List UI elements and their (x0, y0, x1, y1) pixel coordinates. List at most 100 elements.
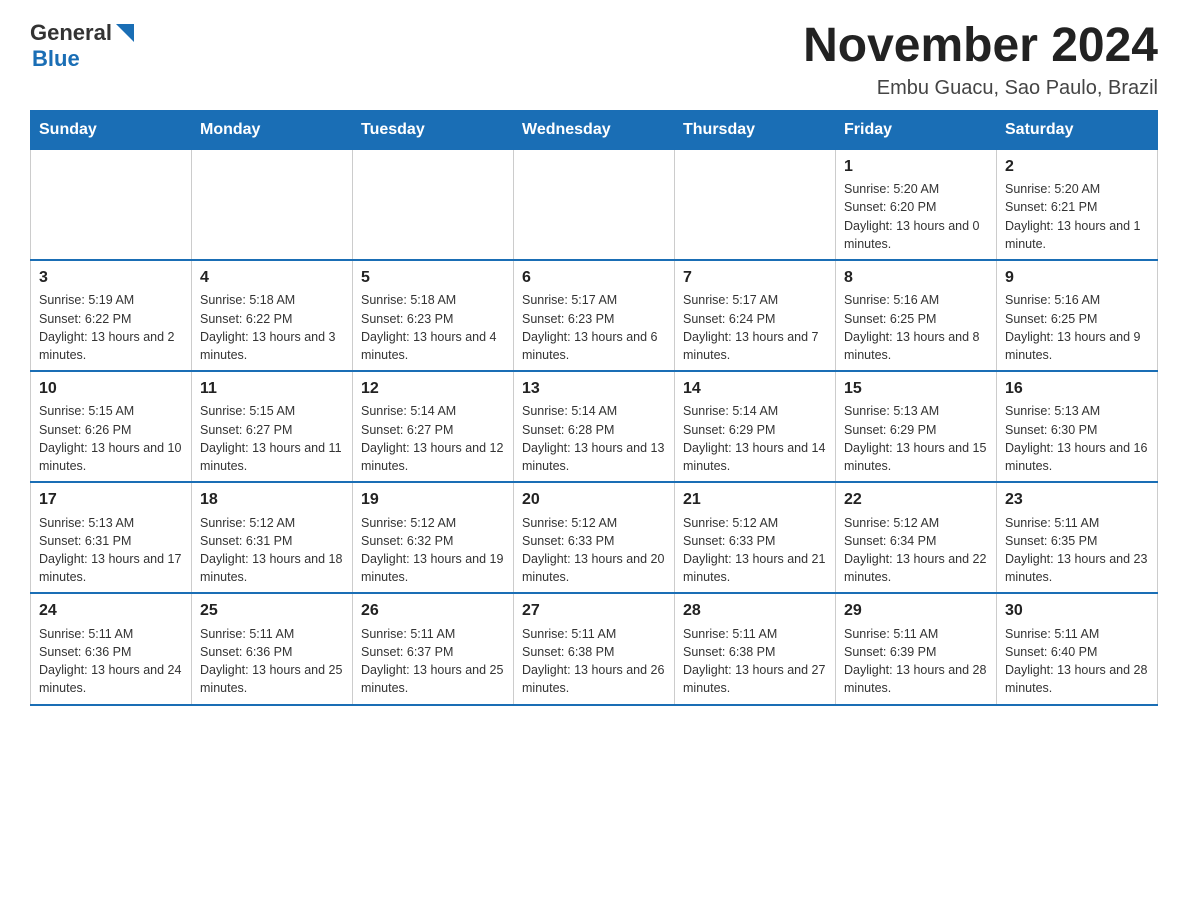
day-sun-info: Sunrise: 5:11 AM Sunset: 6:36 PM Dayligh… (39, 627, 181, 696)
calendar-cell: 15 Sunrise: 5:13 AM Sunset: 6:29 PM Dayli… (836, 371, 997, 482)
day-number: 5 (361, 267, 505, 289)
calendar-week-row: 3 Sunrise: 5:19 AM Sunset: 6:22 PM Daylig… (31, 260, 1158, 371)
day-number: 29 (844, 600, 988, 622)
calendar-cell: 5 Sunrise: 5:18 AM Sunset: 6:23 PM Daylig… (353, 260, 514, 371)
day-number: 3 (39, 267, 183, 289)
day-number: 28 (683, 600, 827, 622)
calendar-cell: 17Sunrise: 5:13 AM Sunset: 6:31 PM Dayli… (31, 482, 192, 593)
day-sun-info: Sunrise: 5:13 AM Sunset: 6:31 PM Dayligh… (39, 516, 181, 585)
day-number: 7 (683, 267, 827, 289)
calendar-cell: 29 Sunrise: 5:11 AM Sunset: 6:39 PM Dayli… (836, 593, 997, 704)
day-number: 4 (200, 267, 344, 289)
day-number: 10 (39, 378, 183, 400)
day-sun-info: Sunrise: 5:11 AM Sunset: 6:38 PM Dayligh… (522, 627, 664, 696)
day-sun-info: Sunrise: 5:13 AM Sunset: 6:29 PM Dayligh… (844, 404, 986, 473)
day-number: 8 (844, 267, 988, 289)
day-sun-info: Sunrise: 5:15 AM Sunset: 6:27 PM Dayligh… (200, 404, 342, 473)
day-sun-info: Sunrise: 5:11 AM Sunset: 6:35 PM Dayligh… (1005, 516, 1147, 585)
calendar-cell: 10 Sunrise: 5:15 AM Sunset: 6:26 PM Dayli… (31, 371, 192, 482)
calendar-cell (353, 149, 514, 260)
calendar-cell: 13 Sunrise: 5:14 AM Sunset: 6:28 PM Dayli… (514, 371, 675, 482)
day-number: 11 (200, 378, 344, 400)
calendar-cell: 12 Sunrise: 5:14 AM Sunset: 6:27 PM Dayli… (353, 371, 514, 482)
day-number: 1 (844, 156, 988, 178)
day-sun-info: Sunrise: 5:13 AM Sunset: 6:30 PM Dayligh… (1005, 404, 1147, 473)
calendar-cell: 27 Sunrise: 5:11 AM Sunset: 6:38 PM Dayli… (514, 593, 675, 704)
day-sun-info: Sunrise: 5:18 AM Sunset: 6:23 PM Dayligh… (361, 293, 497, 362)
calendar-cell (192, 149, 353, 260)
calendar-cell: 24Sunrise: 5:11 AM Sunset: 6:36 PM Dayli… (31, 593, 192, 704)
day-number: 12 (361, 378, 505, 400)
calendar-cell: 8 Sunrise: 5:16 AM Sunset: 6:25 PM Daylig… (836, 260, 997, 371)
day-number: 20 (522, 489, 666, 511)
calendar-week-row: 24Sunrise: 5:11 AM Sunset: 6:36 PM Dayli… (31, 593, 1158, 704)
day-number: 26 (361, 600, 505, 622)
day-sun-info: Sunrise: 5:11 AM Sunset: 6:40 PM Dayligh… (1005, 627, 1147, 696)
calendar-cell: 20 Sunrise: 5:12 AM Sunset: 6:33 PM Dayli… (514, 482, 675, 593)
calendar-cell (675, 149, 836, 260)
weekday-header-thursday: Thursday (675, 110, 836, 149)
weekday-header-sunday: Sunday (31, 110, 192, 149)
day-sun-info: Sunrise: 5:12 AM Sunset: 6:32 PM Dayligh… (361, 516, 503, 585)
day-number: 18 (200, 489, 344, 511)
day-sun-info: Sunrise: 5:12 AM Sunset: 6:33 PM Dayligh… (522, 516, 664, 585)
day-number: 19 (361, 489, 505, 511)
calendar-cell: 2 Sunrise: 5:20 AM Sunset: 6:21 PM Daylig… (997, 149, 1158, 260)
calendar-cell: 30Sunrise: 5:11 AM Sunset: 6:40 PM Dayli… (997, 593, 1158, 704)
calendar-cell: 14 Sunrise: 5:14 AM Sunset: 6:29 PM Dayli… (675, 371, 836, 482)
weekday-header-monday: Monday (192, 110, 353, 149)
calendar-cell: 9 Sunrise: 5:16 AM Sunset: 6:25 PM Daylig… (997, 260, 1158, 371)
calendar-cell: 7 Sunrise: 5:17 AM Sunset: 6:24 PM Daylig… (675, 260, 836, 371)
calendar-cell: 16 Sunrise: 5:13 AM Sunset: 6:30 PM Dayli… (997, 371, 1158, 482)
calendar-cell: 22 Sunrise: 5:12 AM Sunset: 6:34 PM Dayli… (836, 482, 997, 593)
day-sun-info: Sunrise: 5:14 AM Sunset: 6:28 PM Dayligh… (522, 404, 664, 473)
logo-blue-text: Blue (32, 46, 136, 72)
day-sun-info: Sunrise: 5:12 AM Sunset: 6:31 PM Dayligh… (200, 516, 342, 585)
day-sun-info: Sunrise: 5:18 AM Sunset: 6:22 PM Dayligh… (200, 293, 336, 362)
calendar-cell: 11 Sunrise: 5:15 AM Sunset: 6:27 PM Dayli… (192, 371, 353, 482)
day-sun-info: Sunrise: 5:16 AM Sunset: 6:25 PM Dayligh… (1005, 293, 1141, 362)
day-sun-info: Sunrise: 5:20 AM Sunset: 6:21 PM Dayligh… (1005, 182, 1141, 251)
page-header: General Blue November 2024 Embu Guacu, S… (30, 20, 1158, 100)
weekday-header-saturday: Saturday (997, 110, 1158, 149)
day-number: 2 (1005, 156, 1149, 178)
day-sun-info: Sunrise: 5:20 AM Sunset: 6:20 PM Dayligh… (844, 182, 980, 251)
logo-general-text: General (30, 20, 112, 46)
calendar-cell: 23 Sunrise: 5:11 AM Sunset: 6:35 PM Dayli… (997, 482, 1158, 593)
day-sun-info: Sunrise: 5:19 AM Sunset: 6:22 PM Dayligh… (39, 293, 175, 362)
day-sun-info: Sunrise: 5:17 AM Sunset: 6:23 PM Dayligh… (522, 293, 658, 362)
day-number: 21 (683, 489, 827, 511)
day-number: 9 (1005, 267, 1149, 289)
calendar-cell: 21 Sunrise: 5:12 AM Sunset: 6:33 PM Dayli… (675, 482, 836, 593)
calendar-week-row: 10 Sunrise: 5:15 AM Sunset: 6:26 PM Dayli… (31, 371, 1158, 482)
weekday-header-friday: Friday (836, 110, 997, 149)
location-subtitle: Embu Guacu, Sao Paulo, Brazil (803, 77, 1158, 100)
day-number: 23 (1005, 489, 1149, 511)
day-sun-info: Sunrise: 5:11 AM Sunset: 6:37 PM Dayligh… (361, 627, 503, 696)
day-number: 6 (522, 267, 666, 289)
day-number: 14 (683, 378, 827, 400)
weekday-header-wednesday: Wednesday (514, 110, 675, 149)
day-number: 16 (1005, 378, 1149, 400)
day-sun-info: Sunrise: 5:14 AM Sunset: 6:27 PM Dayligh… (361, 404, 503, 473)
calendar-cell: 28 Sunrise: 5:11 AM Sunset: 6:38 PM Dayli… (675, 593, 836, 704)
day-number: 22 (844, 489, 988, 511)
day-number: 27 (522, 600, 666, 622)
day-sun-info: Sunrise: 5:11 AM Sunset: 6:39 PM Dayligh… (844, 627, 986, 696)
day-number: 25 (200, 600, 344, 622)
day-sun-info: Sunrise: 5:14 AM Sunset: 6:29 PM Dayligh… (683, 404, 825, 473)
calendar-cell (514, 149, 675, 260)
month-title: November 2024 (803, 20, 1158, 73)
day-number: 15 (844, 378, 988, 400)
calendar-week-row: 17Sunrise: 5:13 AM Sunset: 6:31 PM Dayli… (31, 482, 1158, 593)
calendar-week-row: 1 Sunrise: 5:20 AM Sunset: 6:20 PM Daylig… (31, 149, 1158, 260)
day-number: 13 (522, 378, 666, 400)
day-sun-info: Sunrise: 5:12 AM Sunset: 6:34 PM Dayligh… (844, 516, 986, 585)
day-sun-info: Sunrise: 5:12 AM Sunset: 6:33 PM Dayligh… (683, 516, 825, 585)
calendar-cell (31, 149, 192, 260)
day-sun-info: Sunrise: 5:17 AM Sunset: 6:24 PM Dayligh… (683, 293, 819, 362)
day-sun-info: Sunrise: 5:16 AM Sunset: 6:25 PM Dayligh… (844, 293, 980, 362)
day-sun-info: Sunrise: 5:15 AM Sunset: 6:26 PM Dayligh… (39, 404, 181, 473)
calendar-cell: 6 Sunrise: 5:17 AM Sunset: 6:23 PM Daylig… (514, 260, 675, 371)
day-sun-info: Sunrise: 5:11 AM Sunset: 6:38 PM Dayligh… (683, 627, 825, 696)
